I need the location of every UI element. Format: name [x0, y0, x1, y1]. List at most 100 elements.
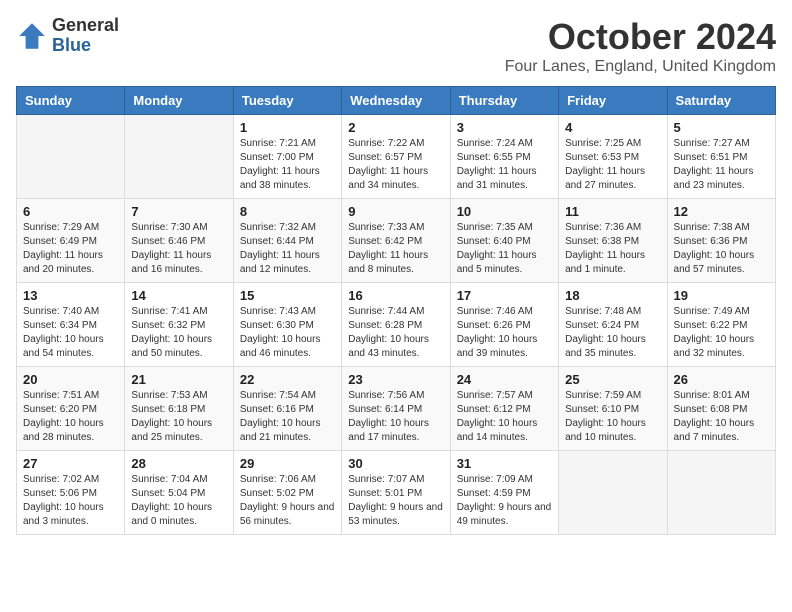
logo-blue: Blue [52, 36, 119, 56]
day-number: 20 [23, 372, 118, 387]
day-info: Sunrise: 7:02 AM Sunset: 5:06 PM Dayligh… [23, 473, 118, 529]
table-row [667, 451, 775, 535]
table-row: 16 Sunrise: 7:44 AM Sunset: 6:28 PM Dayli… [342, 283, 450, 367]
table-row: 18Sunrise: 7:48 AM Sunset: 6:24 PM Dayli… [559, 283, 667, 367]
day-number: 10 [457, 204, 552, 219]
calendar-week-row: 27 Sunrise: 7:02 AM Sunset: 5:06 PM Dayli… [17, 451, 776, 535]
day-info: Sunrise: 7:24 AM Sunset: 6:55 PM Dayligh… [457, 137, 552, 193]
day-info: Sunrise: 7:43 AM Sunset: 6:30 PM Dayligh… [240, 305, 335, 361]
day-info: Sunrise: 7:06 AM Sunset: 5:02 PM Dayligh… [240, 473, 335, 529]
table-row: 2 Sunrise: 7:22 AM Sunset: 6:57 PM Daylig… [342, 115, 450, 199]
table-row: 12 Sunrise: 7:38 AM Sunset: 6:36 PM Dayli… [667, 199, 775, 283]
table-row: 6 Sunrise: 7:29 AM Sunset: 6:49 PM Daylig… [17, 199, 125, 283]
table-row: 13 Sunrise: 7:40 AM Sunset: 6:34 PM Dayli… [17, 283, 125, 367]
table-row: 29 Sunrise: 7:06 AM Sunset: 5:02 PM Dayli… [233, 451, 341, 535]
day-info: Sunrise: 8:01 AM Sunset: 6:08 PM Dayligh… [674, 389, 769, 445]
table-row: 3 Sunrise: 7:24 AM Sunset: 6:55 PM Daylig… [450, 115, 558, 199]
day-info: Sunrise: 7:22 AM Sunset: 6:57 PM Dayligh… [348, 137, 443, 193]
day-number: 29 [240, 456, 335, 471]
day-number: 28 [131, 456, 226, 471]
day-number: 16 [348, 288, 443, 303]
day-info: Sunrise: 7:21 AM Sunset: 7:00 PM Dayligh… [240, 137, 335, 193]
day-info: Sunrise: 7:30 AM Sunset: 6:46 PM Dayligh… [131, 221, 226, 277]
day-number: 2 [348, 120, 443, 135]
table-row: 1Sunrise: 7:21 AM Sunset: 7:00 PM Daylig… [233, 115, 341, 199]
calendar-week-row: 13 Sunrise: 7:40 AM Sunset: 6:34 PM Dayli… [17, 283, 776, 367]
day-number: 25 [565, 372, 660, 387]
table-row: 10 Sunrise: 7:35 AM Sunset: 6:40 PM Dayli… [450, 199, 558, 283]
day-number: 26 [674, 372, 769, 387]
day-number: 27 [23, 456, 118, 471]
day-info: Sunrise: 7:51 AM Sunset: 6:20 PM Dayligh… [23, 389, 118, 445]
table-row: 28 Sunrise: 7:04 AM Sunset: 5:04 PM Dayli… [125, 451, 233, 535]
header-monday: Monday [125, 87, 233, 115]
table-row: 4Sunrise: 7:25 AM Sunset: 6:53 PM Daylig… [559, 115, 667, 199]
table-row: 23 Sunrise: 7:56 AM Sunset: 6:14 PM Dayli… [342, 367, 450, 451]
calendar-week-row: 1Sunrise: 7:21 AM Sunset: 7:00 PM Daylig… [17, 115, 776, 199]
header-saturday: Saturday [667, 87, 775, 115]
calendar-week-row: 20 Sunrise: 7:51 AM Sunset: 6:20 PM Dayli… [17, 367, 776, 451]
day-number: 31 [457, 456, 552, 471]
day-info: Sunrise: 7:32 AM Sunset: 6:44 PM Dayligh… [240, 221, 335, 277]
day-info: Sunrise: 7:27 AM Sunset: 6:51 PM Dayligh… [674, 137, 769, 193]
day-number: 13 [23, 288, 118, 303]
day-number: 3 [457, 120, 552, 135]
table-row: 26 Sunrise: 8:01 AM Sunset: 6:08 PM Dayli… [667, 367, 775, 451]
day-number: 5 [674, 120, 769, 135]
day-number: 8 [240, 204, 335, 219]
day-info: Sunrise: 7:56 AM Sunset: 6:14 PM Dayligh… [348, 389, 443, 445]
day-number: 18 [565, 288, 660, 303]
day-info: Sunrise: 7:40 AM Sunset: 6:34 PM Dayligh… [23, 305, 118, 361]
table-row: 25 Sunrise: 7:59 AM Sunset: 6:10 PM Dayli… [559, 367, 667, 451]
table-row: 31 Sunrise: 7:09 AM Sunset: 4:59 PM Dayli… [450, 451, 558, 535]
day-info: Sunrise: 7:46 AM Sunset: 6:26 PM Dayligh… [457, 305, 552, 361]
day-info: Sunrise: 7:53 AM Sunset: 6:18 PM Dayligh… [131, 389, 226, 445]
day-info: Sunrise: 7:09 AM Sunset: 4:59 PM Dayligh… [457, 473, 552, 529]
day-info: Sunrise: 7:29 AM Sunset: 6:49 PM Dayligh… [23, 221, 118, 277]
day-number: 9 [348, 204, 443, 219]
header-tuesday: Tuesday [233, 87, 341, 115]
day-number: 6 [23, 204, 118, 219]
table-row: 15 Sunrise: 7:43 AM Sunset: 6:30 PM Dayli… [233, 283, 341, 367]
table-row: 30Sunrise: 7:07 AM Sunset: 5:01 PM Dayli… [342, 451, 450, 535]
header-friday: Friday [559, 87, 667, 115]
day-info: Sunrise: 7:54 AM Sunset: 6:16 PM Dayligh… [240, 389, 335, 445]
table-row: 24 Sunrise: 7:57 AM Sunset: 6:12 PM Dayli… [450, 367, 558, 451]
month-title: October 2024 [505, 16, 776, 58]
calendar-week-row: 6 Sunrise: 7:29 AM Sunset: 6:49 PM Daylig… [17, 199, 776, 283]
day-info: Sunrise: 7:59 AM Sunset: 6:10 PM Dayligh… [565, 389, 660, 445]
table-row: 27 Sunrise: 7:02 AM Sunset: 5:06 PM Dayli… [17, 451, 125, 535]
table-row: 9 Sunrise: 7:33 AM Sunset: 6:42 PM Daylig… [342, 199, 450, 283]
day-info: Sunrise: 7:04 AM Sunset: 5:04 PM Dayligh… [131, 473, 226, 529]
day-number: 19 [674, 288, 769, 303]
day-number: 22 [240, 372, 335, 387]
day-number: 24 [457, 372, 552, 387]
table-row: 20 Sunrise: 7:51 AM Sunset: 6:20 PM Dayli… [17, 367, 125, 451]
table-row: 14 Sunrise: 7:41 AM Sunset: 6:32 PM Dayli… [125, 283, 233, 367]
day-info: Sunrise: 7:44 AM Sunset: 6:28 PM Dayligh… [348, 305, 443, 361]
logo-general: General [52, 16, 119, 36]
day-info: Sunrise: 7:38 AM Sunset: 6:36 PM Dayligh… [674, 221, 769, 277]
day-number: 14 [131, 288, 226, 303]
header: General Blue October 2024 Four Lanes, En… [16, 16, 776, 76]
table-row: 21Sunrise: 7:53 AM Sunset: 6:18 PM Dayli… [125, 367, 233, 451]
day-number: 30 [348, 456, 443, 471]
header-wednesday: Wednesday [342, 87, 450, 115]
day-info: Sunrise: 7:36 AM Sunset: 6:38 PM Dayligh… [565, 221, 660, 277]
day-number: 17 [457, 288, 552, 303]
day-number: 11 [565, 204, 660, 219]
table-row [559, 451, 667, 535]
table-row [125, 115, 233, 199]
day-info: Sunrise: 7:35 AM Sunset: 6:40 PM Dayligh… [457, 221, 552, 277]
day-info: Sunrise: 7:25 AM Sunset: 6:53 PM Dayligh… [565, 137, 660, 193]
day-info: Sunrise: 7:33 AM Sunset: 6:42 PM Dayligh… [348, 221, 443, 277]
table-row: 11 Sunrise: 7:36 AM Sunset: 6:38 PM Dayli… [559, 199, 667, 283]
table-row: 8 Sunrise: 7:32 AM Sunset: 6:44 PM Daylig… [233, 199, 341, 283]
day-info: Sunrise: 7:41 AM Sunset: 6:32 PM Dayligh… [131, 305, 226, 361]
day-number: 12 [674, 204, 769, 219]
table-row: 7Sunrise: 7:30 AM Sunset: 6:46 PM Daylig… [125, 199, 233, 283]
day-number: 23 [348, 372, 443, 387]
day-info: Sunrise: 7:57 AM Sunset: 6:12 PM Dayligh… [457, 389, 552, 445]
day-number: 15 [240, 288, 335, 303]
header-thursday: Thursday [450, 87, 558, 115]
